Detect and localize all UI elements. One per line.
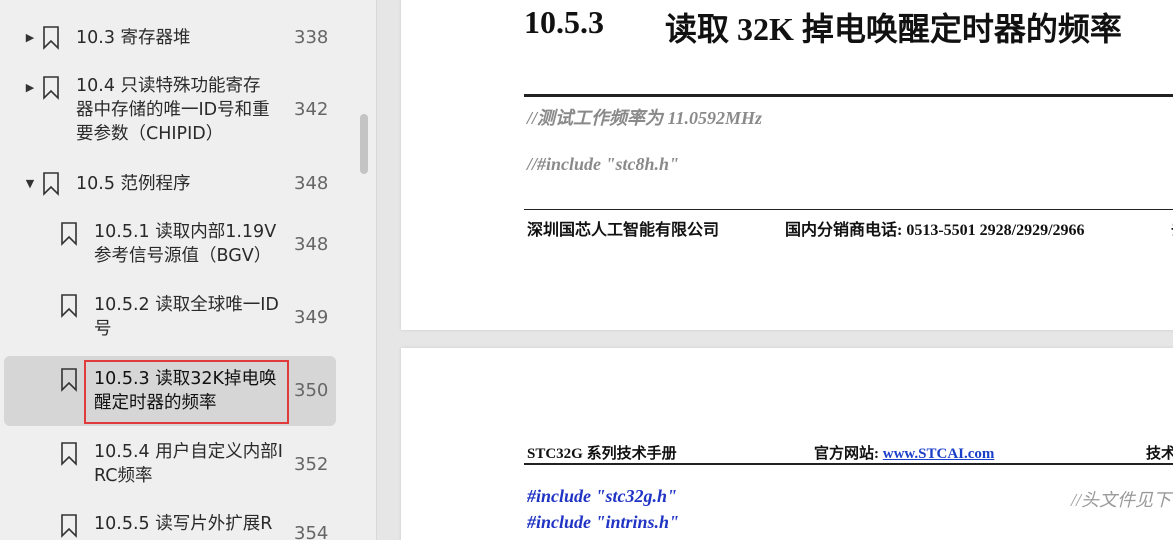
- footer-phone: 国内分销商电话: 0513-5501 2928/2929/2966: [785, 222, 1085, 239]
- code-comment: //#include "stc8h.h": [527, 154, 680, 174]
- document-view[interactable]: 10.5.3 读取 32K 掉电唤醒定时器的频率 //测试工作频率为 11.05…: [377, 0, 1173, 540]
- toc-item-label: 10.5.3 读取32K掉电唤 醒定时器的频率: [94, 369, 277, 413]
- toc-item-10-5-4[interactable]: 10.5.4 用户自定义内部I RC频率 352: [4, 436, 336, 494]
- section-title: 读取 32K 掉电唤醒定时器的频率: [665, 11, 1122, 47]
- toc-item-page: 348: [294, 234, 329, 255]
- header-website: 官方网站: www.STCAI.com: [814, 442, 994, 463]
- toc-item-10-5-1[interactable]: 10.5.1 读取内部1.19V 参考信号源值（BGV） 348: [4, 216, 336, 274]
- toc-item-10-3[interactable]: ▶ 10.3 寄存器堆 338: [4, 20, 336, 56]
- bookmark-icon: [61, 368, 77, 392]
- toc-item-label: 10.5.1 读取内部1.19V 参考信号源值（BGV）: [94, 222, 277, 266]
- code-comment: //测试工作频率为 11.0592MHz: [527, 108, 763, 128]
- bookmarks-panel: ▶ 10.3 寄存器堆 338 ▶ 10.4 只读特殊功能寄存 器中存储的唯一I…: [0, 0, 377, 540]
- toc-item-10-5-5[interactable]: 10.5.5 读写片外扩展R 354: [4, 508, 336, 540]
- sidebar-scrollbar[interactable]: [360, 114, 368, 174]
- toc-item-label: 10.5.4 用户自定义内部I RC频率: [94, 442, 283, 486]
- code-comment: //头文件见下: [1071, 490, 1172, 510]
- header-website-label: 官方网站:: [814, 446, 883, 462]
- triangle-down-icon[interactable]: ▼: [24, 177, 36, 191]
- header-cut-text: 技术: [1146, 446, 1173, 462]
- bookmark-icon: [61, 294, 77, 318]
- toc-item-page: 350: [294, 380, 329, 401]
- footer-rule: [524, 209, 1173, 210]
- toc-item-10-5[interactable]: ▼ 10.5 范例程序 348: [4, 166, 336, 202]
- bookmark-icon: [61, 514, 77, 538]
- toc-item-label: 10.5 范例程序: [76, 174, 191, 194]
- bookmark-icon: [43, 172, 59, 196]
- toc-item-page: 348: [294, 173, 329, 194]
- website-link[interactable]: www.STCAI.com: [883, 446, 995, 462]
- toc-item-page: 352: [294, 454, 329, 475]
- code-line: #include "intrins.h": [527, 512, 680, 532]
- section-number: 10.5.3: [524, 4, 604, 40]
- document-page: STC32G 系列技术手册 官方网站: www.STCAI.com 技术 #in…: [401, 348, 1173, 540]
- header-rule: [524, 463, 1173, 465]
- code-box-top-rule: [524, 94, 1173, 97]
- triangle-right-icon[interactable]: ▶: [24, 31, 36, 45]
- toc-item-page: 354: [294, 523, 329, 540]
- bookmark-icon: [61, 442, 77, 466]
- bookmark-icon: [43, 76, 59, 100]
- footer-company: 深圳国芯人工智能有限公司: [527, 222, 720, 239]
- toc-item-page: 349: [294, 307, 329, 328]
- toc-item-10-4[interactable]: ▶ 10.4 只读特殊功能寄存 器中存储的唯一ID号和重 要参数（CHIPID）…: [4, 70, 336, 150]
- toc-item-10-5-2[interactable]: 10.5.2 读取全球唯一ID 号 349: [4, 290, 336, 346]
- toc-item-label: 10.3 寄存器堆: [76, 28, 191, 48]
- toc-item-label: 10.5.5 读写片外扩展R: [94, 514, 273, 534]
- toc-item-10-5-3[interactable]: 10.5.3 读取32K掉电唤 醒定时器的频率 350: [4, 356, 336, 426]
- bookmark-icon: [43, 26, 59, 50]
- toc-item-page: 338: [294, 27, 329, 48]
- toc-item-page: 342: [294, 99, 329, 120]
- bookmark-icon: [61, 222, 77, 246]
- code-line: #include "stc32g.h": [527, 486, 677, 506]
- toc-item-label: 10.4 只读特殊功能寄存 器中存储的唯一ID号和重 要参数（CHIPID）: [76, 76, 270, 144]
- triangle-right-icon[interactable]: ▶: [24, 81, 36, 95]
- toc-item-label: 10.5.2 读取全球唯一ID 号: [94, 295, 279, 339]
- document-page: 10.5.3 读取 32K 掉电唤醒定时器的频率 //测试工作频率为 11.05…: [401, 0, 1173, 330]
- header-manual-title: STC32G 系列技术手册: [527, 446, 677, 462]
